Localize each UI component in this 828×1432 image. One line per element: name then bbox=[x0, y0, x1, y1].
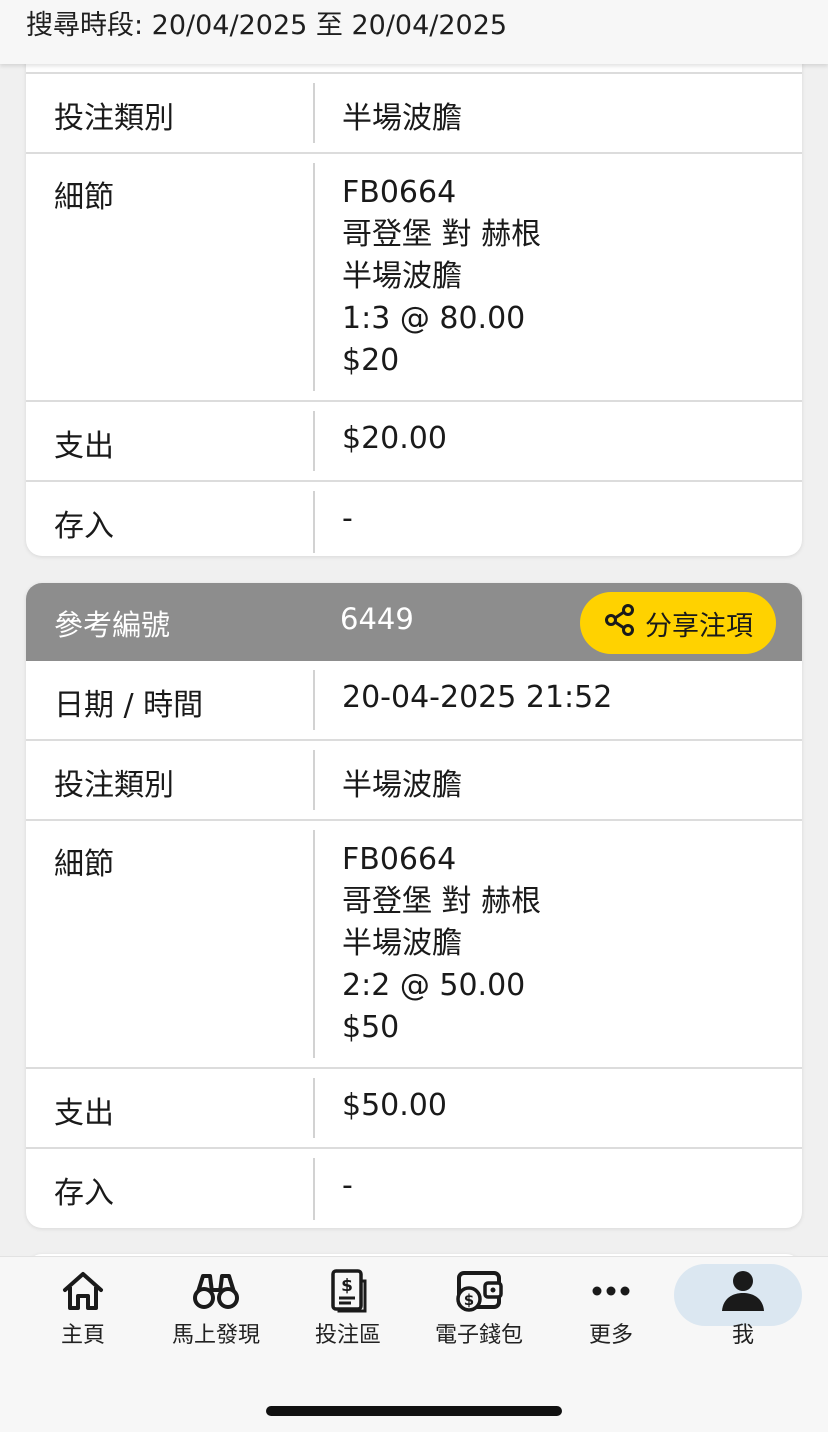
deposit-label: 存入 bbox=[54, 1176, 114, 1211]
expense-row: 支出 $20.00 bbox=[26, 402, 802, 482]
svg-text:$: $ bbox=[464, 1291, 474, 1309]
share-button-label: 分享注項 bbox=[645, 610, 753, 642]
expense-label: 支出 bbox=[54, 1096, 114, 1131]
details-label: 細節 bbox=[54, 847, 114, 882]
bet-type-row: 投注類別 半場波膽 bbox=[26, 741, 802, 821]
details-line: 半場波膽 bbox=[342, 259, 462, 294]
deposit-label: 存入 bbox=[54, 509, 114, 544]
nav-label: 更多 bbox=[588, 1323, 633, 1348]
details-row: 細節 FB0664 哥登堡 對 赫根 半場波膽 2:2 @ 50.00 $50 bbox=[26, 821, 802, 1069]
details-line: 哥登堡 對 赫根 bbox=[342, 217, 542, 252]
details-value: FB0664 哥登堡 對 赫根 半場波膽 1:3 @ 80.00 $20 bbox=[342, 172, 541, 382]
share-bet-button[interactable]: 分享注項 bbox=[580, 592, 776, 654]
bet-type-row: 投注類別 半場波膽 bbox=[26, 74, 802, 154]
details-value: FB0664 哥登堡 對 赫根 半場波膽 2:2 @ 50.00 $50 bbox=[342, 839, 541, 1049]
nav-item-discover[interactable]: 馬上發現 bbox=[151, 1265, 281, 1355]
user-icon bbox=[678, 1265, 808, 1317]
more-icon bbox=[546, 1265, 676, 1317]
bet-type-value: 半場波膽 bbox=[342, 768, 462, 803]
column-divider bbox=[313, 750, 315, 810]
svg-text:$: $ bbox=[341, 1276, 353, 1296]
expense-value: $20.00 bbox=[342, 421, 447, 456]
binoculars-icon bbox=[151, 1265, 281, 1317]
nav-label: 我 bbox=[731, 1323, 754, 1348]
details-line: 1:3 @ 80.00 bbox=[342, 301, 526, 336]
deposit-value: - bbox=[342, 1168, 353, 1203]
bet-record-card: 參考編號 6449 分享注項 日期 / 時間 20-04-2025 21:52 … bbox=[26, 583, 802, 1228]
search-range-bar: 搜尋時段: 20/04/2025 至 20/04/2025 bbox=[0, 0, 828, 64]
deposit-value: - bbox=[342, 501, 353, 536]
nav-item-home[interactable]: 主頁 bbox=[18, 1265, 148, 1355]
bet-type-label: 投注類別 bbox=[54, 101, 174, 136]
search-range-text: 搜尋時段: 20/04/2025 至 20/04/2025 bbox=[26, 10, 508, 41]
column-divider bbox=[313, 1078, 315, 1138]
column-divider bbox=[313, 163, 315, 391]
column-divider bbox=[313, 830, 315, 1058]
details-line: 哥登堡 對 赫根 bbox=[342, 884, 542, 919]
betslip-icon: $ bbox=[283, 1265, 413, 1317]
nav-item-betting-area[interactable]: $ 投注區 bbox=[283, 1265, 413, 1355]
record-row-partial bbox=[26, 64, 802, 74]
bet-record-card: 投注類別 半場波膽 細節 FB0664 哥登堡 對 赫根 半場波膽 1:3 @ … bbox=[26, 64, 802, 556]
details-row: 細節 FB0664 哥登堡 對 赫根 半場波膽 1:3 @ 80.00 $20 bbox=[26, 154, 802, 402]
column-divider bbox=[313, 670, 315, 730]
deposit-row: 存入 - bbox=[26, 1149, 802, 1228]
bet-type-label: 投注類別 bbox=[54, 768, 174, 803]
deposit-row: 存入 - bbox=[26, 482, 802, 556]
home-indicator-bar[interactable] bbox=[266, 1406, 562, 1416]
column-divider bbox=[313, 411, 315, 471]
column-divider bbox=[313, 491, 315, 553]
nav-item-ewallet[interactable]: $ 電子錢包 bbox=[414, 1265, 544, 1355]
details-label: 細節 bbox=[54, 180, 114, 215]
home-icon bbox=[18, 1265, 148, 1317]
reference-number: 6449 bbox=[340, 602, 414, 636]
bet-records-list[interactable]: 投注類別 半場波膽 細節 FB0664 哥登堡 對 赫根 半場波膽 1:3 @ … bbox=[0, 64, 828, 1256]
nav-item-me[interactable]: 我 bbox=[674, 1264, 808, 1355]
details-line: 半場波膽 bbox=[342, 926, 462, 961]
card-header: 參考編號 6449 分享注項 bbox=[26, 583, 802, 661]
expense-value: $50.00 bbox=[342, 1088, 447, 1123]
details-line: $20 bbox=[342, 343, 400, 378]
details-line: FB0664 bbox=[342, 842, 457, 877]
datetime-row: 日期 / 時間 20-04-2025 21:52 bbox=[26, 661, 802, 741]
bet-type-value: 半場波膽 bbox=[342, 101, 462, 136]
datetime-label: 日期 / 時間 bbox=[54, 688, 204, 723]
nav-label: 馬上發現 bbox=[171, 1323, 260, 1348]
reference-label: 參考編號 bbox=[54, 608, 171, 642]
wallet-icon: $ bbox=[414, 1265, 544, 1317]
datetime-value: 20-04-2025 21:52 bbox=[342, 680, 613, 715]
share-icon bbox=[603, 603, 637, 644]
column-divider bbox=[313, 1158, 315, 1220]
column-divider bbox=[313, 83, 315, 143]
nav-label: 電子錢包 bbox=[434, 1323, 523, 1348]
details-line: FB0664 bbox=[342, 175, 457, 210]
expense-label: 支出 bbox=[54, 429, 114, 464]
details-line: 2:2 @ 50.00 bbox=[342, 968, 526, 1003]
nav-label: 投注區 bbox=[314, 1323, 381, 1348]
nav-item-more[interactable]: 更多 bbox=[546, 1265, 676, 1355]
expense-row: 支出 $50.00 bbox=[26, 1069, 802, 1149]
nav-label: 主頁 bbox=[60, 1323, 105, 1348]
details-line: $50 bbox=[342, 1010, 400, 1045]
